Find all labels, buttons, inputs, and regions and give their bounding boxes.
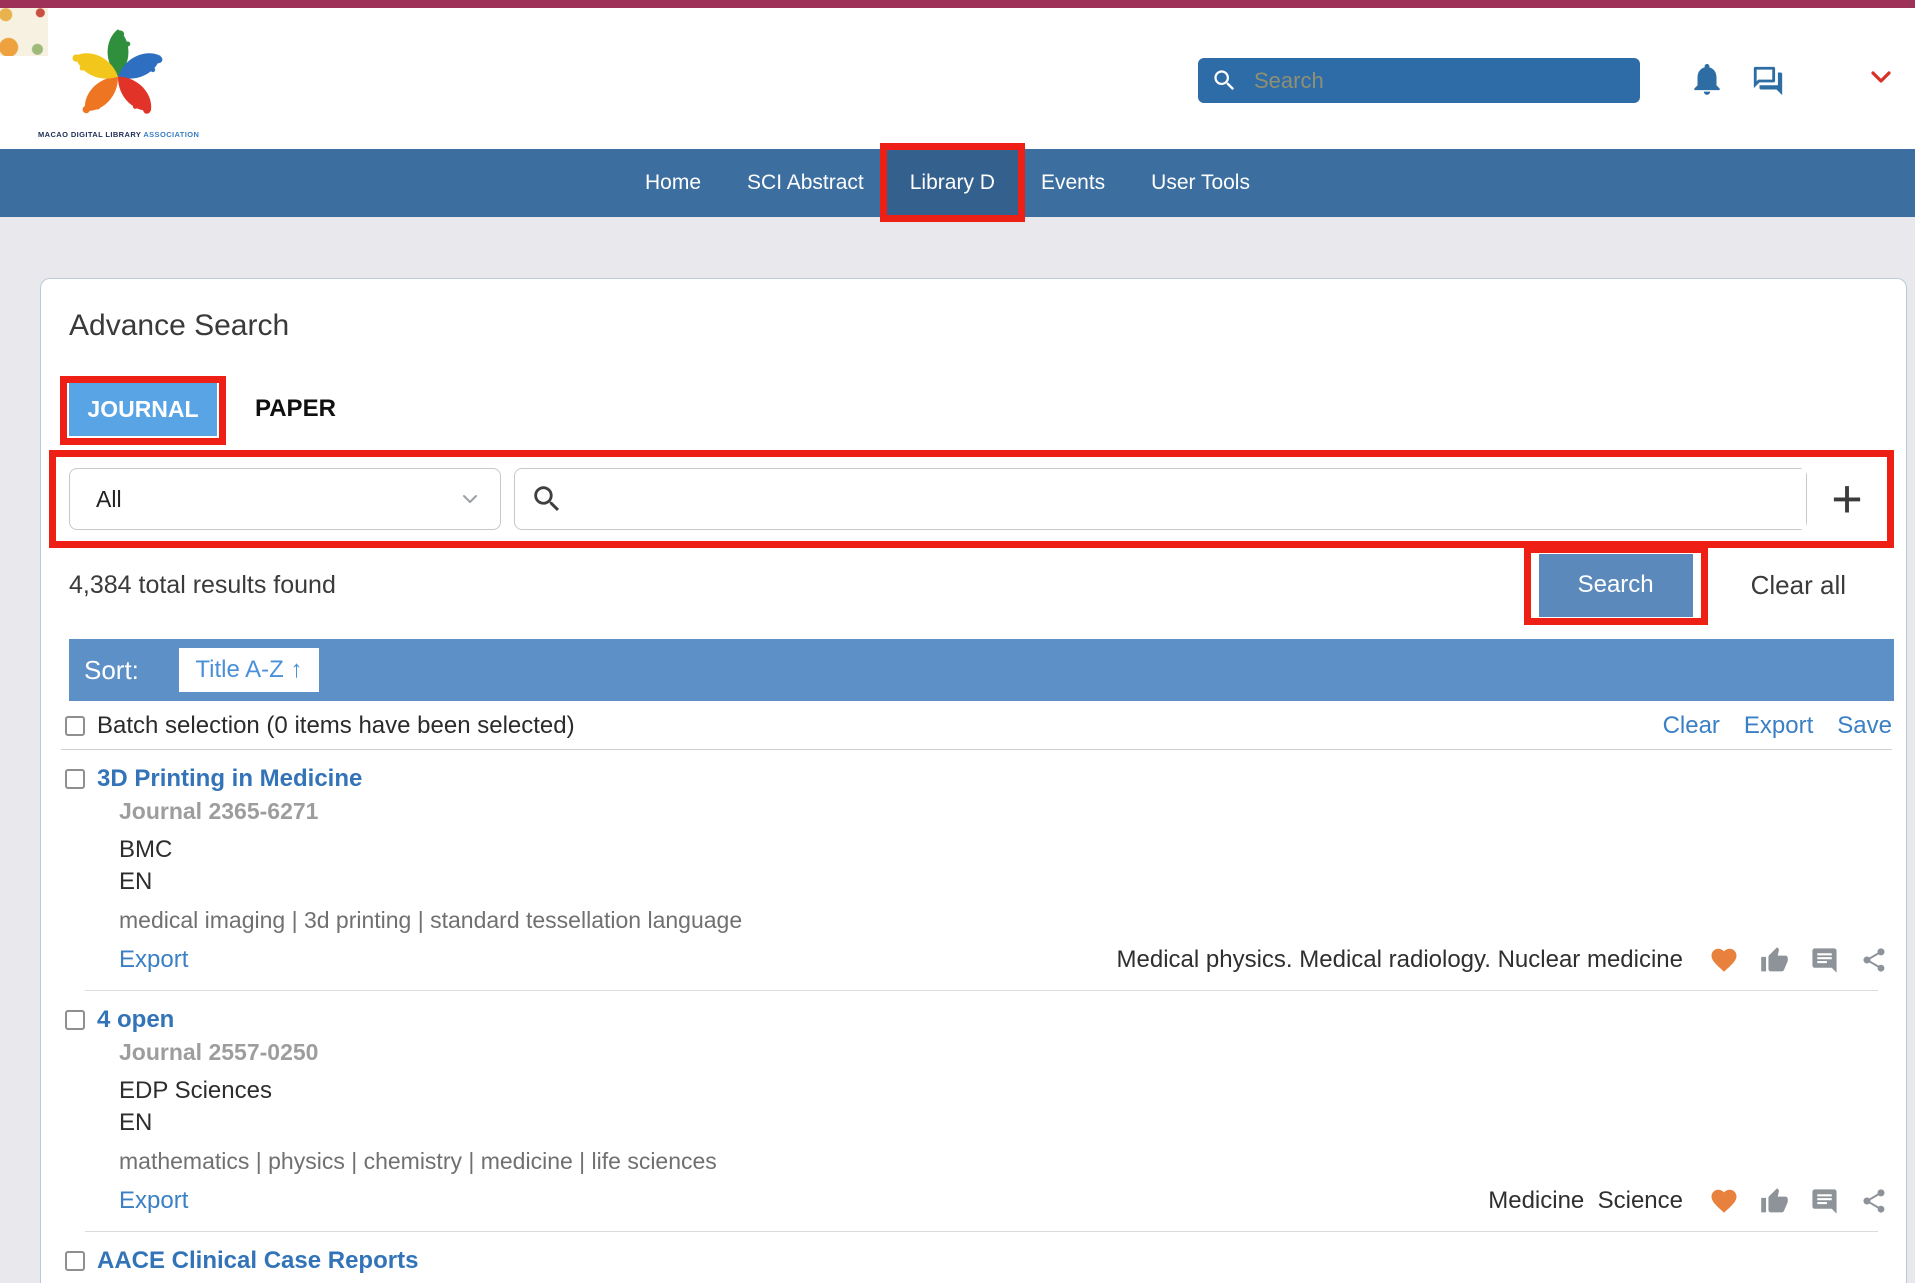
query-input[interactable]	[576, 469, 1806, 529]
journal-publisher: EDP Sciences	[119, 1077, 1892, 1105]
chevron-down-icon	[462, 494, 478, 504]
header: MACAO DIGITAL LIBRARY ASSOCIATION	[0, 8, 1915, 149]
search-filter-row: All +	[49, 450, 1894, 548]
thumbs-up-icon[interactable]	[1760, 1187, 1789, 1216]
global-search-input[interactable]	[1254, 68, 1627, 94]
journal-keywords: mathematics | physics | chemistry | medi…	[119, 1147, 1892, 1175]
journal-categories: Medicine Science	[1488, 1187, 1683, 1215]
journal-issn: Journal 2365-6271	[119, 798, 1892, 824]
journal-issn: Journal 2557-0250	[119, 1039, 1892, 1065]
journal-title-link[interactable]: AACE Clinical Case Reports	[97, 1247, 418, 1275]
field-select-value: All	[96, 486, 462, 513]
account-menu-chevron-down-icon[interactable]	[1870, 70, 1892, 89]
sort-label: Sort:	[84, 655, 139, 686]
journal-categories: Medical physics. Medical radiology. Nucl…	[1117, 946, 1683, 974]
logo-caption: MACAO DIGITAL LIBRARY ASSOCIATION	[38, 130, 198, 139]
avatar-quote-image	[0, 8, 48, 17]
journal-publisher: BMC	[119, 836, 1892, 864]
comment-icon[interactable]	[1810, 1187, 1839, 1216]
journal-result-item: 3D Printing in Medicine Journal 2365-627…	[41, 750, 1906, 991]
item-checkbox[interactable]	[65, 1251, 85, 1271]
export-item-link[interactable]: Export	[119, 1187, 188, 1215]
item-checkbox[interactable]	[65, 769, 85, 789]
notifications-bell-icon[interactable]	[1688, 60, 1726, 103]
field-select[interactable]: All	[69, 468, 501, 530]
clear-all-button[interactable]: Clear all	[1751, 570, 1846, 601]
sort-bar: Sort: Title A-Z ↑	[69, 639, 1894, 701]
search-icon	[1211, 67, 1238, 94]
nav-item-user-tools[interactable]: User Tools	[1128, 149, 1273, 217]
nav-item-library-d[interactable]: Library D	[887, 149, 1018, 217]
favorite-heart-icon[interactable]	[1709, 945, 1739, 975]
batch-selection-label: Batch selection (0 items have been selec…	[97, 712, 575, 740]
journal-title-link[interactable]: 3D Printing in Medicine	[97, 765, 362, 793]
share-icon[interactable]	[1860, 946, 1888, 974]
tab-paper[interactable]: PAPER	[255, 395, 336, 423]
main-nav: Home SCI Abstract Library D Events User …	[0, 149, 1915, 217]
export-link[interactable]: Export	[1744, 712, 1813, 740]
thumbs-up-icon[interactable]	[1760, 946, 1789, 975]
journal-result-item: AACE Clinical Case Reports Journal 2376-…	[41, 1232, 1906, 1283]
top-accent-bar	[0, 0, 1915, 8]
search-icon	[530, 482, 564, 516]
nav-item-sci-abstract[interactable]: SCI Abstract	[724, 149, 887, 217]
query-box	[514, 468, 1807, 530]
site-logo[interactable]: MACAO DIGITAL LIBRARY ASSOCIATION	[38, 26, 198, 139]
results-count: 4,384 total results found	[69, 571, 336, 600]
page-title: Advance Search	[41, 279, 1906, 343]
batch-select-checkbox[interactable]	[65, 716, 85, 736]
journal-language: EN	[119, 868, 1892, 896]
add-filter-button[interactable]: +	[1807, 472, 1887, 526]
search-button[interactable]: Search	[1539, 554, 1693, 617]
logo-flower-icon	[69, 26, 167, 124]
favorite-heart-icon[interactable]	[1709, 1186, 1739, 1216]
nav-item-events[interactable]: Events	[1018, 149, 1128, 217]
journal-language: EN	[119, 1109, 1892, 1137]
advance-search-panel: Advance Search JOURNAL PAPER All + 4,384…	[40, 278, 1907, 1283]
clear-link[interactable]: Clear	[1663, 712, 1720, 740]
messages-chat-icon[interactable]	[1748, 64, 1788, 103]
comment-icon[interactable]	[1810, 946, 1839, 975]
export-item-link[interactable]: Export	[119, 946, 188, 974]
results-summary-row: 4,384 total results found Search Clear a…	[69, 552, 1892, 618]
tab-journal[interactable]: JOURNAL	[69, 382, 217, 436]
journal-keywords: medical imaging | 3d printing | standard…	[119, 906, 1892, 934]
nav-item-home[interactable]: Home	[622, 149, 724, 217]
global-search-box[interactable]	[1198, 58, 1640, 103]
search-type-tabs: JOURNAL PAPER	[69, 382, 1906, 436]
share-icon[interactable]	[1860, 1187, 1888, 1215]
journal-title-link[interactable]: 4 open	[97, 1006, 174, 1034]
save-link[interactable]: Save	[1837, 712, 1892, 740]
sort-order-button[interactable]: Title A-Z ↑	[179, 648, 319, 692]
journal-result-item: 4 open Journal 2557-0250 EDP Sciences EN…	[41, 991, 1906, 1232]
batch-selection-row: Batch selection (0 items have been selec…	[65, 705, 1892, 747]
item-checkbox[interactable]	[65, 1010, 85, 1030]
